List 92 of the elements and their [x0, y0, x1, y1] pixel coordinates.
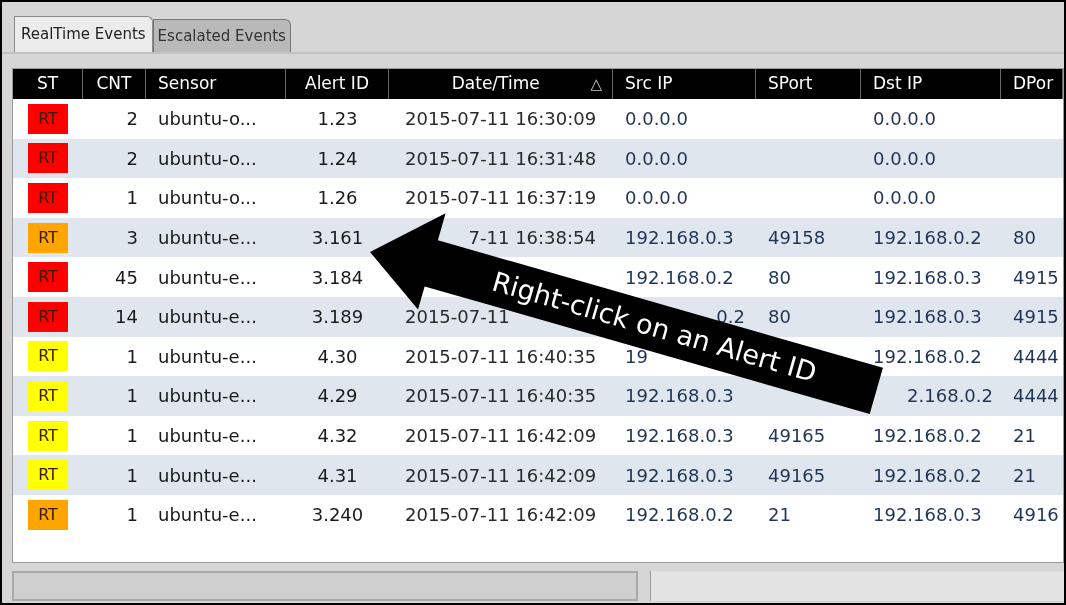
- table-cell: 2015-07-11 16:40:35: [405, 385, 597, 407]
- table-cell: ubuntu-e...: [158, 345, 257, 367]
- table-cell: 1: [126, 187, 138, 209]
- table-cell: 2015-07-11 16:42:09: [405, 464, 597, 486]
- table-cell[interactable]: 3.189: [311, 306, 364, 328]
- table-cell: ubuntu-e...: [158, 306, 257, 328]
- status-badge: RT: [28, 420, 68, 451]
- tab[interactable]: RealTime Events: [14, 16, 153, 52]
- table-cell[interactable]: 1.26: [317, 187, 358, 209]
- table-cell: 192.168.0.3: [625, 425, 734, 447]
- table-cell: 0.2: [716, 306, 745, 328]
- table-cell: 192.168.0.3: [873, 306, 982, 328]
- table-cell: 0.0.0.0: [625, 187, 688, 209]
- table-cell: 1: [126, 345, 138, 367]
- table-cell: 192.168.0.3: [625, 227, 734, 249]
- table-cell: 80: [768, 266, 791, 288]
- table-cell: 4444: [1013, 385, 1059, 407]
- status-badge: RT: [28, 380, 68, 411]
- table-cell: ubuntu-e...: [158, 227, 257, 249]
- table-cell[interactable]: 1.24: [317, 147, 358, 169]
- table-cell: 0.0.0.0: [873, 147, 936, 169]
- table-cell: ubuntu-e...: [158, 425, 257, 447]
- table-cell: 1: [126, 504, 138, 526]
- status-badge: RT: [28, 499, 68, 530]
- table-cell: 1: [126, 425, 138, 447]
- table-cell: ubuntu-o...: [158, 147, 257, 169]
- table-cell: 0.0.0.0: [873, 108, 936, 130]
- table-cell[interactable]: 4.32: [317, 425, 358, 447]
- table-cell: 2015-07-11 16:30:09: [405, 108, 597, 130]
- table-cell: 0.0.0.0: [873, 187, 936, 209]
- table-cell: ubuntu-o...: [158, 108, 257, 130]
- status-badge: RT: [28, 262, 68, 293]
- table-cell: 19: [625, 345, 648, 367]
- table-cell: 192.168.0.2: [873, 227, 982, 249]
- column-header[interactable]: Date/Time: [401, 71, 591, 97]
- table-cell: 14: [115, 306, 138, 328]
- table-cell: 192.168.0.2: [625, 504, 734, 526]
- status-badge: RT: [28, 103, 68, 134]
- table-cell: 21: [1013, 425, 1036, 447]
- status-badge: RT: [28, 301, 68, 332]
- table-cell: 49165: [768, 464, 826, 486]
- table-cell: 2015-07-11 16:42:09: [405, 504, 597, 526]
- tab[interactable]: Escalated Events: [152, 19, 291, 52]
- status-badge: RT: [28, 143, 68, 174]
- table-cell: 2015-07-11 16:40:35: [405, 345, 597, 367]
- table-cell: ubuntu-o...: [158, 187, 257, 209]
- table-cell: 45: [115, 266, 138, 288]
- table-cell: 21: [768, 504, 791, 526]
- table-cell[interactable]: 3.240: [311, 504, 364, 526]
- status-badge: RT: [28, 460, 68, 491]
- table-cell: 192.168.0.2: [873, 425, 982, 447]
- table-cell: 21: [1013, 464, 1036, 486]
- table-cell: 49158: [768, 227, 826, 249]
- table-cell: 2015-07-11 16:37:19: [405, 187, 597, 209]
- table-cell: ubuntu-e...: [158, 266, 257, 288]
- table-cell: 192.168.0.3: [625, 385, 734, 407]
- table-cell: 4915: [1013, 266, 1059, 288]
- table-cell[interactable]: 1.23: [317, 108, 358, 130]
- table-cell: 2: [126, 147, 138, 169]
- table-cell: ubuntu-e...: [158, 385, 257, 407]
- table-cell: 0.0.0.0: [625, 147, 688, 169]
- table-cell: ubuntu-e...: [158, 464, 257, 486]
- status-badge: RT: [28, 341, 68, 372]
- table-cell: 192.168.0.3: [873, 266, 982, 288]
- table-cell: 49165: [768, 425, 826, 447]
- table-cell: 192.168.0.2: [873, 345, 982, 367]
- table-cell: 2: [126, 108, 138, 130]
- status-badge: RT: [28, 183, 68, 213]
- table-cell: 2.168.0.2: [907, 385, 993, 407]
- table-cell: 3: [126, 227, 138, 249]
- table-cell[interactable]: 4.30: [317, 345, 358, 367]
- table-cell: 192.168.0.3: [873, 504, 982, 526]
- table-cell: ubuntu-e...: [158, 504, 257, 526]
- table-cell: 4916: [1013, 504, 1059, 526]
- table-cell[interactable]: 4.31: [317, 464, 358, 486]
- table-cell: 4444: [1013, 345, 1059, 367]
- table-cell: 80: [768, 306, 791, 328]
- table-cell: 0.0.0.0: [625, 108, 688, 130]
- table-cell: 2015-07-11 16:42:09: [405, 425, 597, 447]
- table-cell: 192.168.0.3: [625, 464, 734, 486]
- status-badge: RT: [28, 222, 68, 253]
- table-cell: 2015-07-11 16:31:48: [405, 147, 597, 169]
- table-cell[interactable]: 3.184: [311, 266, 364, 288]
- table-cell: 7-11 16:38:54: [468, 227, 596, 249]
- table-cell[interactable]: 3.161: [311, 227, 364, 249]
- table-cell: 4915: [1013, 306, 1059, 328]
- table-cell: 80: [1013, 227, 1036, 249]
- table-cell[interactable]: 4.29: [317, 385, 358, 407]
- table-cell: 1: [126, 385, 138, 407]
- sort-indicator: △: [590, 73, 602, 95]
- table-cell: 1: [126, 464, 138, 486]
- table-cell: 192.168.0.2: [873, 464, 982, 486]
